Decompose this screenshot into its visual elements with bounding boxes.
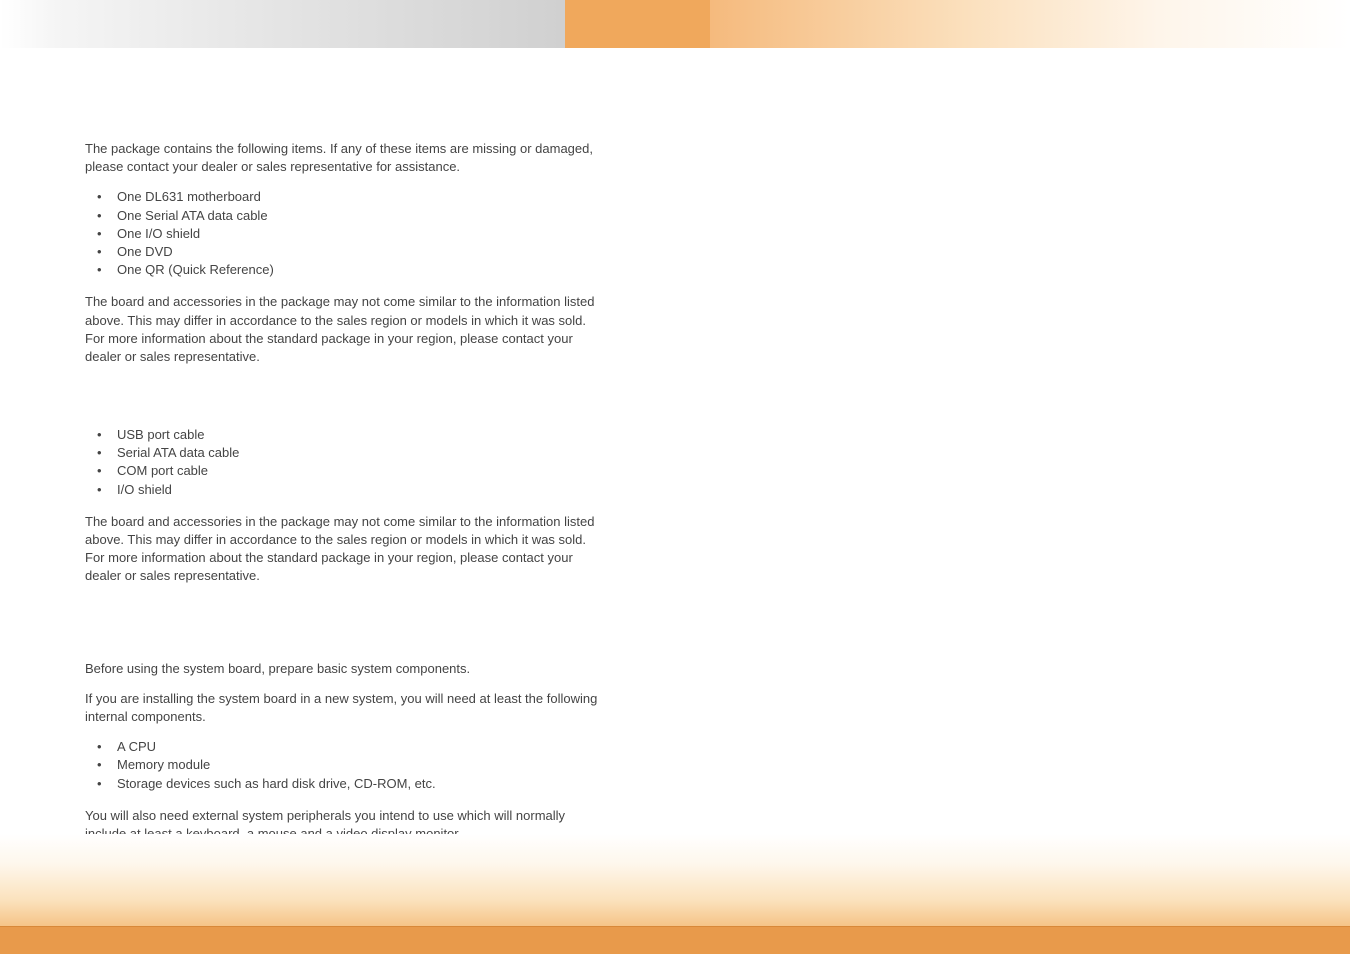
list-item: Storage devices such as hard disk drive,… [97, 775, 605, 793]
list-item: One Serial ATA data cable [97, 207, 605, 225]
list-item: One DL631 motherboard [97, 188, 605, 206]
list-item: One DVD [97, 243, 605, 261]
package-items-list: One DL631 motherboard One Serial ATA dat… [97, 188, 605, 279]
bottom-bar [0, 926, 1350, 954]
top-banner [0, 0, 1350, 48]
top-banner-gray [0, 0, 565, 48]
components-list: A CPU Memory module Storage devices such… [97, 738, 605, 793]
list-item: A CPU [97, 738, 605, 756]
top-banner-orange-fade [710, 0, 1350, 48]
list-item: USB port cable [97, 426, 605, 444]
installing-intro-text: If you are installing the system board i… [85, 690, 605, 726]
document-body: The package contains the following items… [85, 140, 605, 855]
optional-items-list: USB port cable Serial ATA data cable COM… [97, 426, 605, 499]
list-item: I/O shield [97, 481, 605, 499]
top-banner-orange-tab [565, 0, 710, 48]
package-intro-text: The package contains the following items… [85, 140, 605, 176]
optional-note-text: The board and accessories in the package… [85, 513, 605, 586]
list-item: One QR (Quick Reference) [97, 261, 605, 279]
before-use-text: Before using the system board, prepare b… [85, 660, 605, 678]
list-item: Memory module [97, 756, 605, 774]
list-item: Serial ATA data cable [97, 444, 605, 462]
list-item: One I/O shield [97, 225, 605, 243]
list-item: COM port cable [97, 462, 605, 480]
package-note-text: The board and accessories in the package… [85, 293, 605, 366]
